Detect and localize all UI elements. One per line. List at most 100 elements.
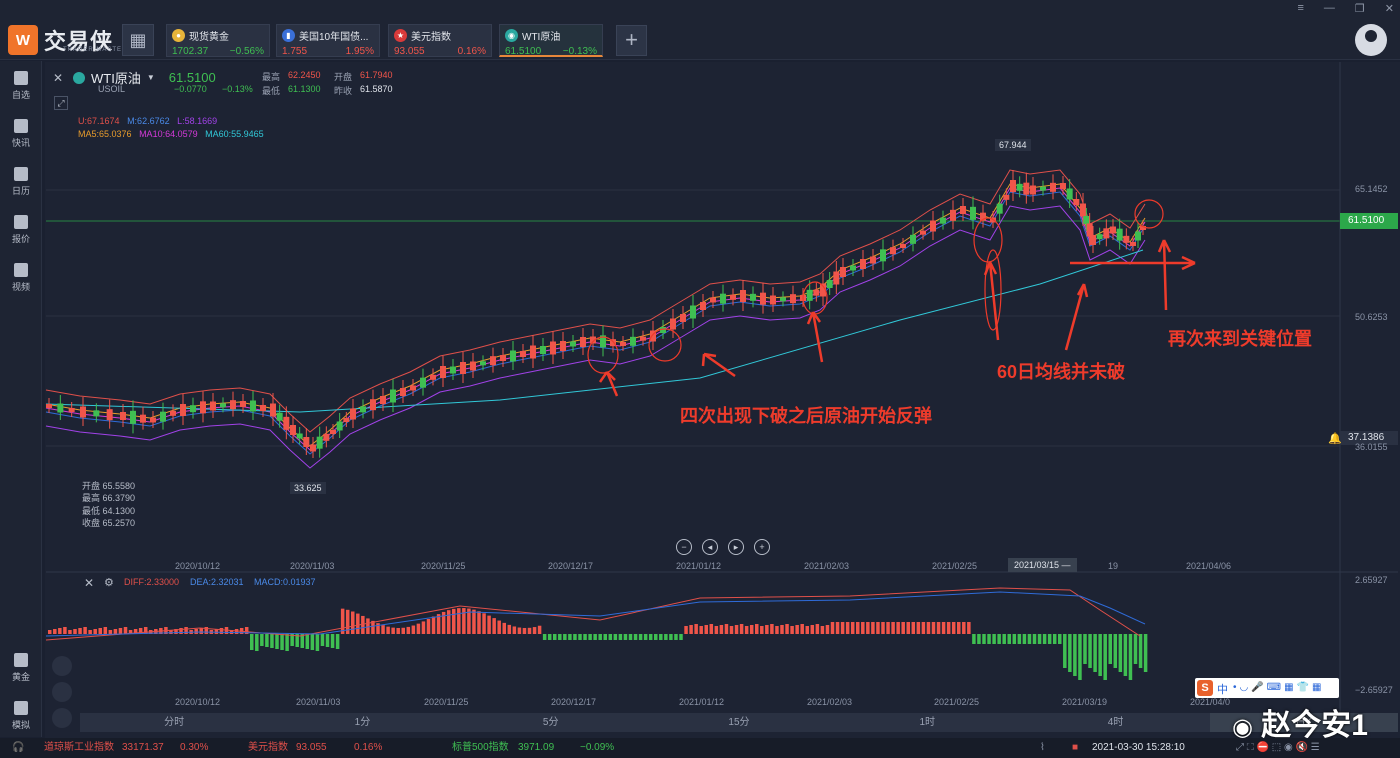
boll-upper: U:67.1674	[78, 116, 120, 126]
macd-bar	[643, 634, 648, 640]
candle-body	[450, 366, 456, 374]
candle-body	[1083, 216, 1090, 224]
macd-bar	[866, 622, 870, 634]
ime-mode[interactable]: 中	[1217, 681, 1228, 697]
close-indicator-icon[interactable]: ✕	[84, 576, 94, 590]
ime-tools-icon[interactable]: •◡🎤⌨▦👕▦	[1233, 682, 1324, 693]
macd-bar	[512, 626, 517, 634]
annotation-text: 四次出现下破之后原油开始反弹	[680, 406, 932, 426]
macd-bar	[477, 611, 481, 634]
ma60-line	[45, 249, 1144, 413]
macd-bar	[729, 626, 734, 634]
tab-timeframe-5m[interactable]: 5分	[457, 713, 645, 732]
ohlc-box: 开盘 65.5580 最高 66.3790 最低 64.1300 收盘 65.2…	[82, 480, 135, 529]
status-tools-icons[interactable]: ⤢ ⛶ ⛔ ⬚ ◉ 🔇 ☰	[1236, 738, 1320, 758]
macd-bar	[1098, 634, 1102, 676]
macd-bar	[386, 626, 390, 634]
macd-bar	[260, 634, 264, 646]
candle-body	[260, 405, 266, 411]
close-chart-icon[interactable]: ✕	[53, 71, 67, 85]
macd-bar	[280, 634, 284, 650]
candle-body	[540, 346, 546, 354]
candle-body	[1060, 183, 1066, 189]
tab-timeframe-tick[interactable]: 分时	[80, 713, 268, 732]
candle-body	[46, 404, 52, 408]
indicator-tool-icon[interactable]	[52, 656, 72, 676]
macd-bar	[891, 622, 895, 634]
chevron-down-icon[interactable]: ▼	[147, 73, 155, 82]
macd-bar	[381, 625, 385, 634]
candle-body	[1096, 234, 1103, 240]
candle-body	[630, 336, 636, 346]
bell-icon[interactable]: 🔔	[1328, 432, 1342, 445]
candle-body	[170, 410, 176, 416]
candle-body	[720, 293, 726, 304]
macd-bar	[325, 634, 330, 647]
macd-bar	[446, 610, 451, 634]
candle-body	[120, 412, 126, 420]
annotation-arrow	[1157, 239, 1172, 311]
macd-x-label: 2020/11/03	[296, 697, 341, 707]
macd-bar	[376, 623, 380, 634]
macd-bar	[623, 634, 628, 640]
macd-bar	[270, 634, 274, 648]
macd-bar	[618, 634, 623, 640]
draw-tool-icon[interactable]: ⤢	[54, 96, 68, 110]
candle-body	[560, 341, 566, 351]
macd-bar	[527, 627, 532, 634]
candle-body	[760, 292, 766, 305]
candle-body	[570, 341, 576, 347]
candle-body	[1130, 242, 1136, 246]
tab-timeframe-15m[interactable]: 15分	[645, 713, 833, 732]
high-marker-label: 67.944	[995, 139, 1031, 151]
candle-body	[730, 294, 736, 300]
status-index-name[interactable]: 美元指数	[248, 738, 288, 758]
symbol-code: USOIL	[98, 84, 126, 94]
macd-bar	[805, 626, 809, 634]
macd-bar	[593, 634, 597, 640]
candle-body	[130, 410, 136, 424]
macd-bar	[946, 622, 951, 634]
macd-bar	[765, 625, 769, 634]
zoom-out-button[interactable]: −	[676, 539, 692, 555]
line-tool-icon[interactable]	[52, 708, 72, 728]
status-index-value: 33171.37	[122, 742, 164, 753]
macd-bar	[330, 634, 335, 648]
candle-body	[640, 336, 646, 341]
macd-bar	[98, 628, 102, 634]
macd-bar	[78, 628, 82, 634]
macd-bar	[583, 634, 587, 640]
macd-bar	[68, 630, 72, 634]
macd-bar	[93, 629, 97, 634]
price-chart[interactable]	[0, 0, 1400, 758]
prev-button[interactable]: ◂	[702, 539, 718, 555]
macd-bar	[694, 624, 698, 634]
network-icon[interactable]: ⌇	[1040, 738, 1045, 758]
macd-bar	[522, 627, 527, 634]
ma10-value: MA10:64.0579	[139, 129, 198, 139]
macd-bar	[699, 626, 703, 634]
status-index-name[interactable]: 标普500指数	[452, 738, 509, 758]
headset-icon[interactable]: 🎧	[12, 738, 24, 758]
ime-toolbar[interactable]: S 中 •◡🎤⌨▦👕▦	[1195, 678, 1339, 698]
tab-timeframe-1h[interactable]: 1时	[833, 713, 1021, 732]
ohlc-high: 最高 66.3790	[82, 493, 136, 504]
macd-bar	[1037, 634, 1042, 644]
macd-bar	[1012, 634, 1017, 644]
macd-bar	[411, 625, 416, 634]
settings-icon[interactable]: ⚙	[104, 576, 114, 589]
pen-tool-icon[interactable]	[52, 682, 72, 702]
candle-body	[400, 388, 406, 396]
next-button[interactable]: ▸	[728, 539, 744, 555]
zoom-in-button[interactable]: +	[754, 539, 770, 555]
x-label: 2021/02/25	[932, 561, 978, 571]
candle-body	[833, 271, 840, 285]
status-index-name[interactable]: 道琼斯工业指数	[44, 738, 114, 758]
candle-body	[1016, 183, 1023, 191]
macd-bar	[255, 634, 259, 651]
candle-body	[950, 209, 956, 221]
tab-timeframe-1m[interactable]: 1分	[268, 713, 456, 732]
tab-timeframe-4h[interactable]: 4时	[1021, 713, 1209, 732]
macd-bar	[856, 622, 860, 634]
macd-bar	[58, 628, 62, 634]
